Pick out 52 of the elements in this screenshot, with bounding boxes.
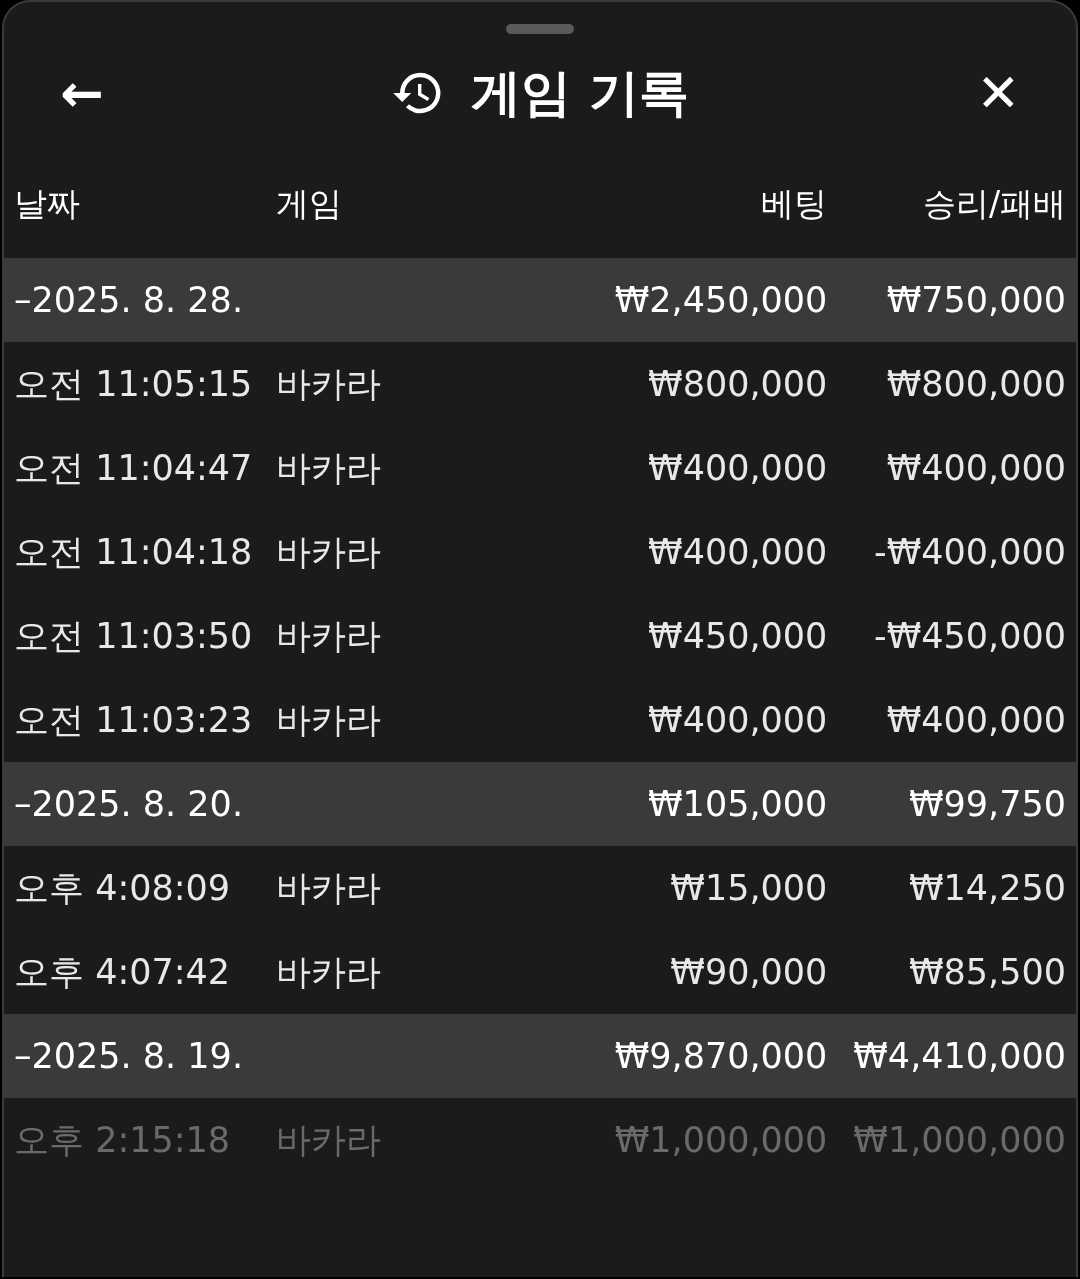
table-cell-text: ₩800,000 (885, 364, 1066, 404)
table-cell-text: ₩450,000 (647, 616, 828, 656)
table-cell-text: 바카라 (275, 446, 382, 490)
table-cell-text: 바카라 (275, 698, 382, 742)
table-cell-text: 바카라 (275, 1118, 382, 1162)
table-cell-text: ₩1,000,000 (852, 1120, 1066, 1160)
column-header: 베팅 (760, 182, 828, 225)
table-cell-text: ₩400,000 (885, 448, 1066, 488)
window-title: 게임 기록 (471, 62, 689, 124)
table-cell-text: 오후 4:08:09 (14, 866, 232, 910)
back-button[interactable]: ← (52, 67, 112, 119)
table-cell-text: 오전 11:03:50 (14, 614, 254, 658)
table-cell-text: 바카라 (275, 614, 382, 658)
table-cell-text: ₩15,000 (669, 868, 828, 908)
table-cell-text: 오후 4:07:42 (14, 950, 232, 994)
date-group-row[interactable]: –2025. 8. 28. ₩2,450,000 ₩750,000 (4, 258, 1076, 342)
date-group-row[interactable]: –2025. 8. 19. ₩9,870,000 ₩4,410,000 (4, 1014, 1076, 1098)
table-cell-text: ₩400,000 (647, 700, 828, 740)
table-cell-text: 오전 11:04:47 (14, 446, 254, 490)
group-date: –2025. 8. 20. (14, 784, 244, 824)
group-date: –2025. 8. 28. (14, 280, 244, 320)
group-bet-total: ₩2,450,000 (613, 280, 828, 320)
table-cell-text: 오전 11:04:18 (14, 530, 254, 574)
table-cell-text: ₩14,250 (907, 868, 1066, 908)
column-header: 승리/패배 (921, 182, 1066, 225)
group-result-total: ₩4,410,000 (852, 1036, 1066, 1076)
group-bet-total: ₩9,870,000 (613, 1036, 828, 1076)
table-cell-text: -₩400,000 (873, 532, 1066, 572)
table-cell-text: ₩400,000 (647, 532, 828, 572)
group-result-total: ₩99,750 (907, 784, 1066, 824)
table-cell-text: 오전 11:03:23 (14, 698, 254, 742)
table-cell-text: 바카라 (275, 950, 382, 994)
column-header: 게임 (275, 182, 343, 225)
table-cell-text: 오전 11:05:15 (14, 362, 254, 406)
table-cell-text: ₩400,000 (885, 700, 1066, 740)
table-cell-text: ₩400,000 (647, 448, 828, 488)
group-result-total: ₩750,000 (885, 280, 1066, 320)
table-cell-text: 오후 2:15:18 (14, 1118, 232, 1162)
group-bet-total: ₩105,000 (647, 784, 828, 824)
close-button[interactable]: ✕ (968, 67, 1028, 119)
table-cell-text: 바카라 (275, 362, 382, 406)
table-cell-text: 바카라 (275, 866, 382, 910)
table-cell-text: 바카라 (275, 530, 382, 574)
date-group-row[interactable]: –2025. 8. 20. ₩105,000 ₩99,750 (4, 762, 1076, 846)
table-cell-text: ₩85,500 (907, 952, 1066, 992)
drag-handle[interactable] (506, 24, 574, 34)
table-cell-text: -₩450,000 (873, 616, 1066, 656)
column-header: 날짜 (14, 182, 81, 225)
table-cell-text: ₩90,000 (669, 952, 828, 992)
table-cell-text: ₩800,000 (647, 364, 828, 404)
table-cell-text: ₩1,000,000 (613, 1120, 828, 1160)
group-date: –2025. 8. 19. (14, 1036, 244, 1076)
